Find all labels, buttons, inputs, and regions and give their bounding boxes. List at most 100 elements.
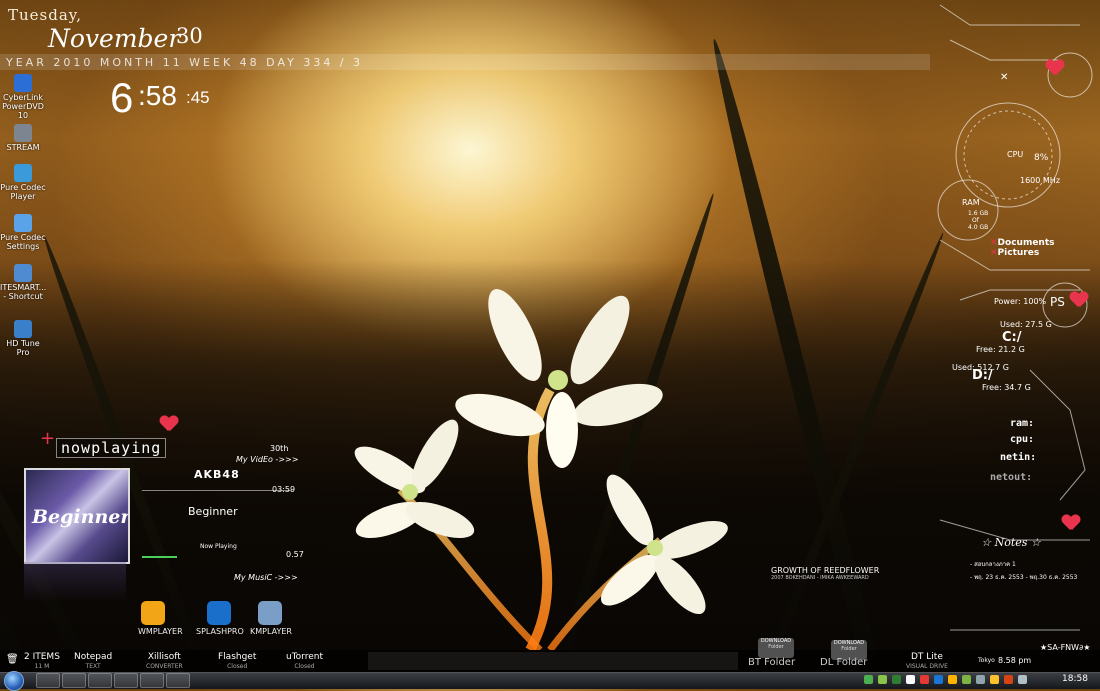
tray-icon[interactable] (1004, 675, 1013, 684)
desktop-icon-label: Pure Codec Settings (0, 233, 46, 251)
cpu-label: CPU (1007, 150, 1024, 159)
notes-title: ☆ Notes ☆ (981, 536, 1041, 549)
tray-icon[interactable] (906, 675, 915, 684)
volume-bar[interactable] (142, 556, 177, 558)
taskbar-app[interactable] (114, 673, 138, 688)
meter-netout: netout: (990, 472, 1033, 483)
wallpaper-caption-sub: 2007 BOKEHDANI - IMIKA AWKEEWARD (771, 575, 869, 581)
codec-player-icon (14, 164, 32, 182)
desktop-icon-codec-settings[interactable]: Pure Codec Settings (0, 214, 46, 251)
ps-label: PS (1050, 295, 1065, 309)
desktop-icon-label: HD Tune Pro (6, 339, 40, 357)
meter-ram: ram: (1010, 418, 1035, 429)
cpu-value: 8% (1034, 153, 1049, 163)
tray-icon[interactable] (948, 675, 957, 684)
tray-icon[interactable] (892, 675, 901, 684)
desktop-icon-powerdvd[interactable]: CyberLink PowerDVD 10 (0, 74, 46, 120)
drive-c-label[interactable]: C:/ (1002, 330, 1022, 345)
track-duration: 03:59 (272, 485, 296, 494)
bt-folder-button[interactable]: DOWNLOAD Folder (758, 638, 794, 658)
wmplayer-icon (141, 601, 165, 625)
desktop-icon-label: ITESMART... - Shortcut (0, 283, 47, 301)
pictures-label: Pictures (997, 248, 1040, 258)
quick-xillisoft[interactable]: Xillisoft CONVERTER (146, 653, 183, 671)
quick-spacer (368, 652, 738, 670)
desktop-icon-codec-player[interactable]: Pure Codec Player (0, 164, 46, 201)
documents-label: Documents (997, 238, 1055, 248)
notes-line: - พฤ. 23 ธ.ค. 2553 - พฤ.30 ธ.ค. 2553 (970, 574, 1078, 581)
plus-icon: + (40, 428, 56, 449)
ram-total: 4.0 GB (968, 224, 989, 231)
song-title: Beginner (188, 505, 238, 518)
pictures-link[interactable]: ✕Pictures (990, 248, 1039, 258)
track-position: 0.57 (286, 550, 304, 559)
desktop-icon-label: Pure Codec Player (0, 183, 46, 201)
quick-notepad[interactable]: Notepad TEXT (74, 653, 112, 671)
taskbar-firefox[interactable] (88, 673, 112, 688)
start-button[interactable] (4, 671, 24, 691)
taskbar-app[interactable] (140, 673, 164, 688)
splashpro-shortcut[interactable]: SPLASHPRO (196, 601, 244, 636)
tokyo-label: Tokyo (978, 657, 995, 664)
date-infobar-text: YEAR 2010 MONTH 11 WEEK 48 DAY 334 / 3 (6, 56, 364, 69)
taskbar-app[interactable] (166, 673, 190, 688)
taskbar-clock[interactable]: 18:58 (1062, 674, 1088, 684)
quick-flashget[interactable]: Flashget Closed (218, 653, 256, 671)
tray-icon[interactable] (990, 675, 999, 684)
app-label: SPLASHPRO (196, 627, 244, 636)
taskbar-explorer[interactable] (36, 673, 60, 688)
kmplayer-shortcut[interactable]: KMPLAYER (250, 601, 292, 636)
close-icon[interactable]: ✕ (1000, 72, 1008, 83)
album-art: Beginner (24, 468, 130, 564)
desktop-icon-stream[interactable]: STREAM (0, 124, 46, 152)
dl-folder-label[interactable]: DL Folder (820, 657, 867, 668)
playback-status: Now Playing (200, 543, 237, 550)
close-icon: ✕ (990, 248, 998, 258)
splashpro-icon (207, 601, 231, 625)
lily-flowers (354, 289, 728, 650)
tray-icon[interactable] (864, 675, 873, 684)
month-label: November (48, 24, 181, 53)
desktop-icon-shortcut[interactable]: ITESMART... - Shortcut (0, 264, 46, 301)
tokyo-time: 8.58 pm (998, 656, 1032, 665)
desktop-icon-label: CyberLink PowerDVD 10 (2, 93, 44, 120)
wmplayer-shortcut[interactable]: WMPLAYER (138, 601, 183, 636)
trash-icon[interactable]: 🗑 (6, 654, 19, 665)
powerdvd-icon (14, 74, 32, 92)
ram-used: 1.6 GB (968, 210, 989, 217)
album-reflection (24, 562, 126, 602)
clock-minute: :58 (138, 80, 177, 111)
drive-d-free: Free: 34.7 G (982, 383, 1031, 392)
heart-icon (1046, 60, 1064, 76)
tray-icon[interactable] (962, 675, 971, 684)
heart-icon (160, 416, 178, 432)
taskbar-ie[interactable] (62, 673, 86, 688)
drive-c-used: Used: 27.5 G (1000, 320, 1052, 329)
tray-icon[interactable] (934, 675, 943, 684)
documents-link[interactable]: ✕Documents (990, 238, 1055, 248)
track-progress-bar[interactable] (142, 490, 292, 491)
weekday-label: Tuesday, (8, 6, 83, 24)
meter-netin: netin: (1000, 452, 1037, 463)
nowplaying-title: nowplaying (56, 438, 167, 458)
drive-c-free: Free: 21.2 G (976, 345, 1025, 354)
notes-widget: ☆ Notes ☆ - สอบกลางภาค 1 - พฤ. 23 ธ.ค. 2… (946, 532, 1078, 632)
tray-icon[interactable] (878, 675, 887, 684)
kmplayer-icon (258, 601, 282, 625)
my-music-link[interactable]: My MusiC ->>> (234, 573, 298, 582)
stream-icon (14, 124, 32, 142)
tray-icon[interactable] (976, 675, 985, 684)
shortcut-icon (14, 264, 32, 282)
tray-icon[interactable] (1018, 675, 1027, 684)
drive-d-label[interactable]: D:/ (972, 368, 993, 383)
tray-icon[interactable] (920, 675, 929, 684)
bt-folder-label[interactable]: BT Folder (748, 657, 795, 668)
my-video-link[interactable]: My VidEo ->>> (236, 455, 298, 464)
app-label: KMPLAYER (250, 627, 292, 636)
desktop-icon-hdtune[interactable]: HD Tune Pro (0, 320, 46, 357)
quick-dtlite[interactable]: DT Lite VISUAL DRIVE (906, 653, 948, 671)
cpu-frequency: 1600 MHz (1020, 176, 1061, 185)
heart-icon (1062, 515, 1080, 531)
items-count: 2 ITEMS 11 M (24, 652, 60, 671)
quick-utorrent[interactable]: uTorrent Closed (286, 653, 323, 671)
